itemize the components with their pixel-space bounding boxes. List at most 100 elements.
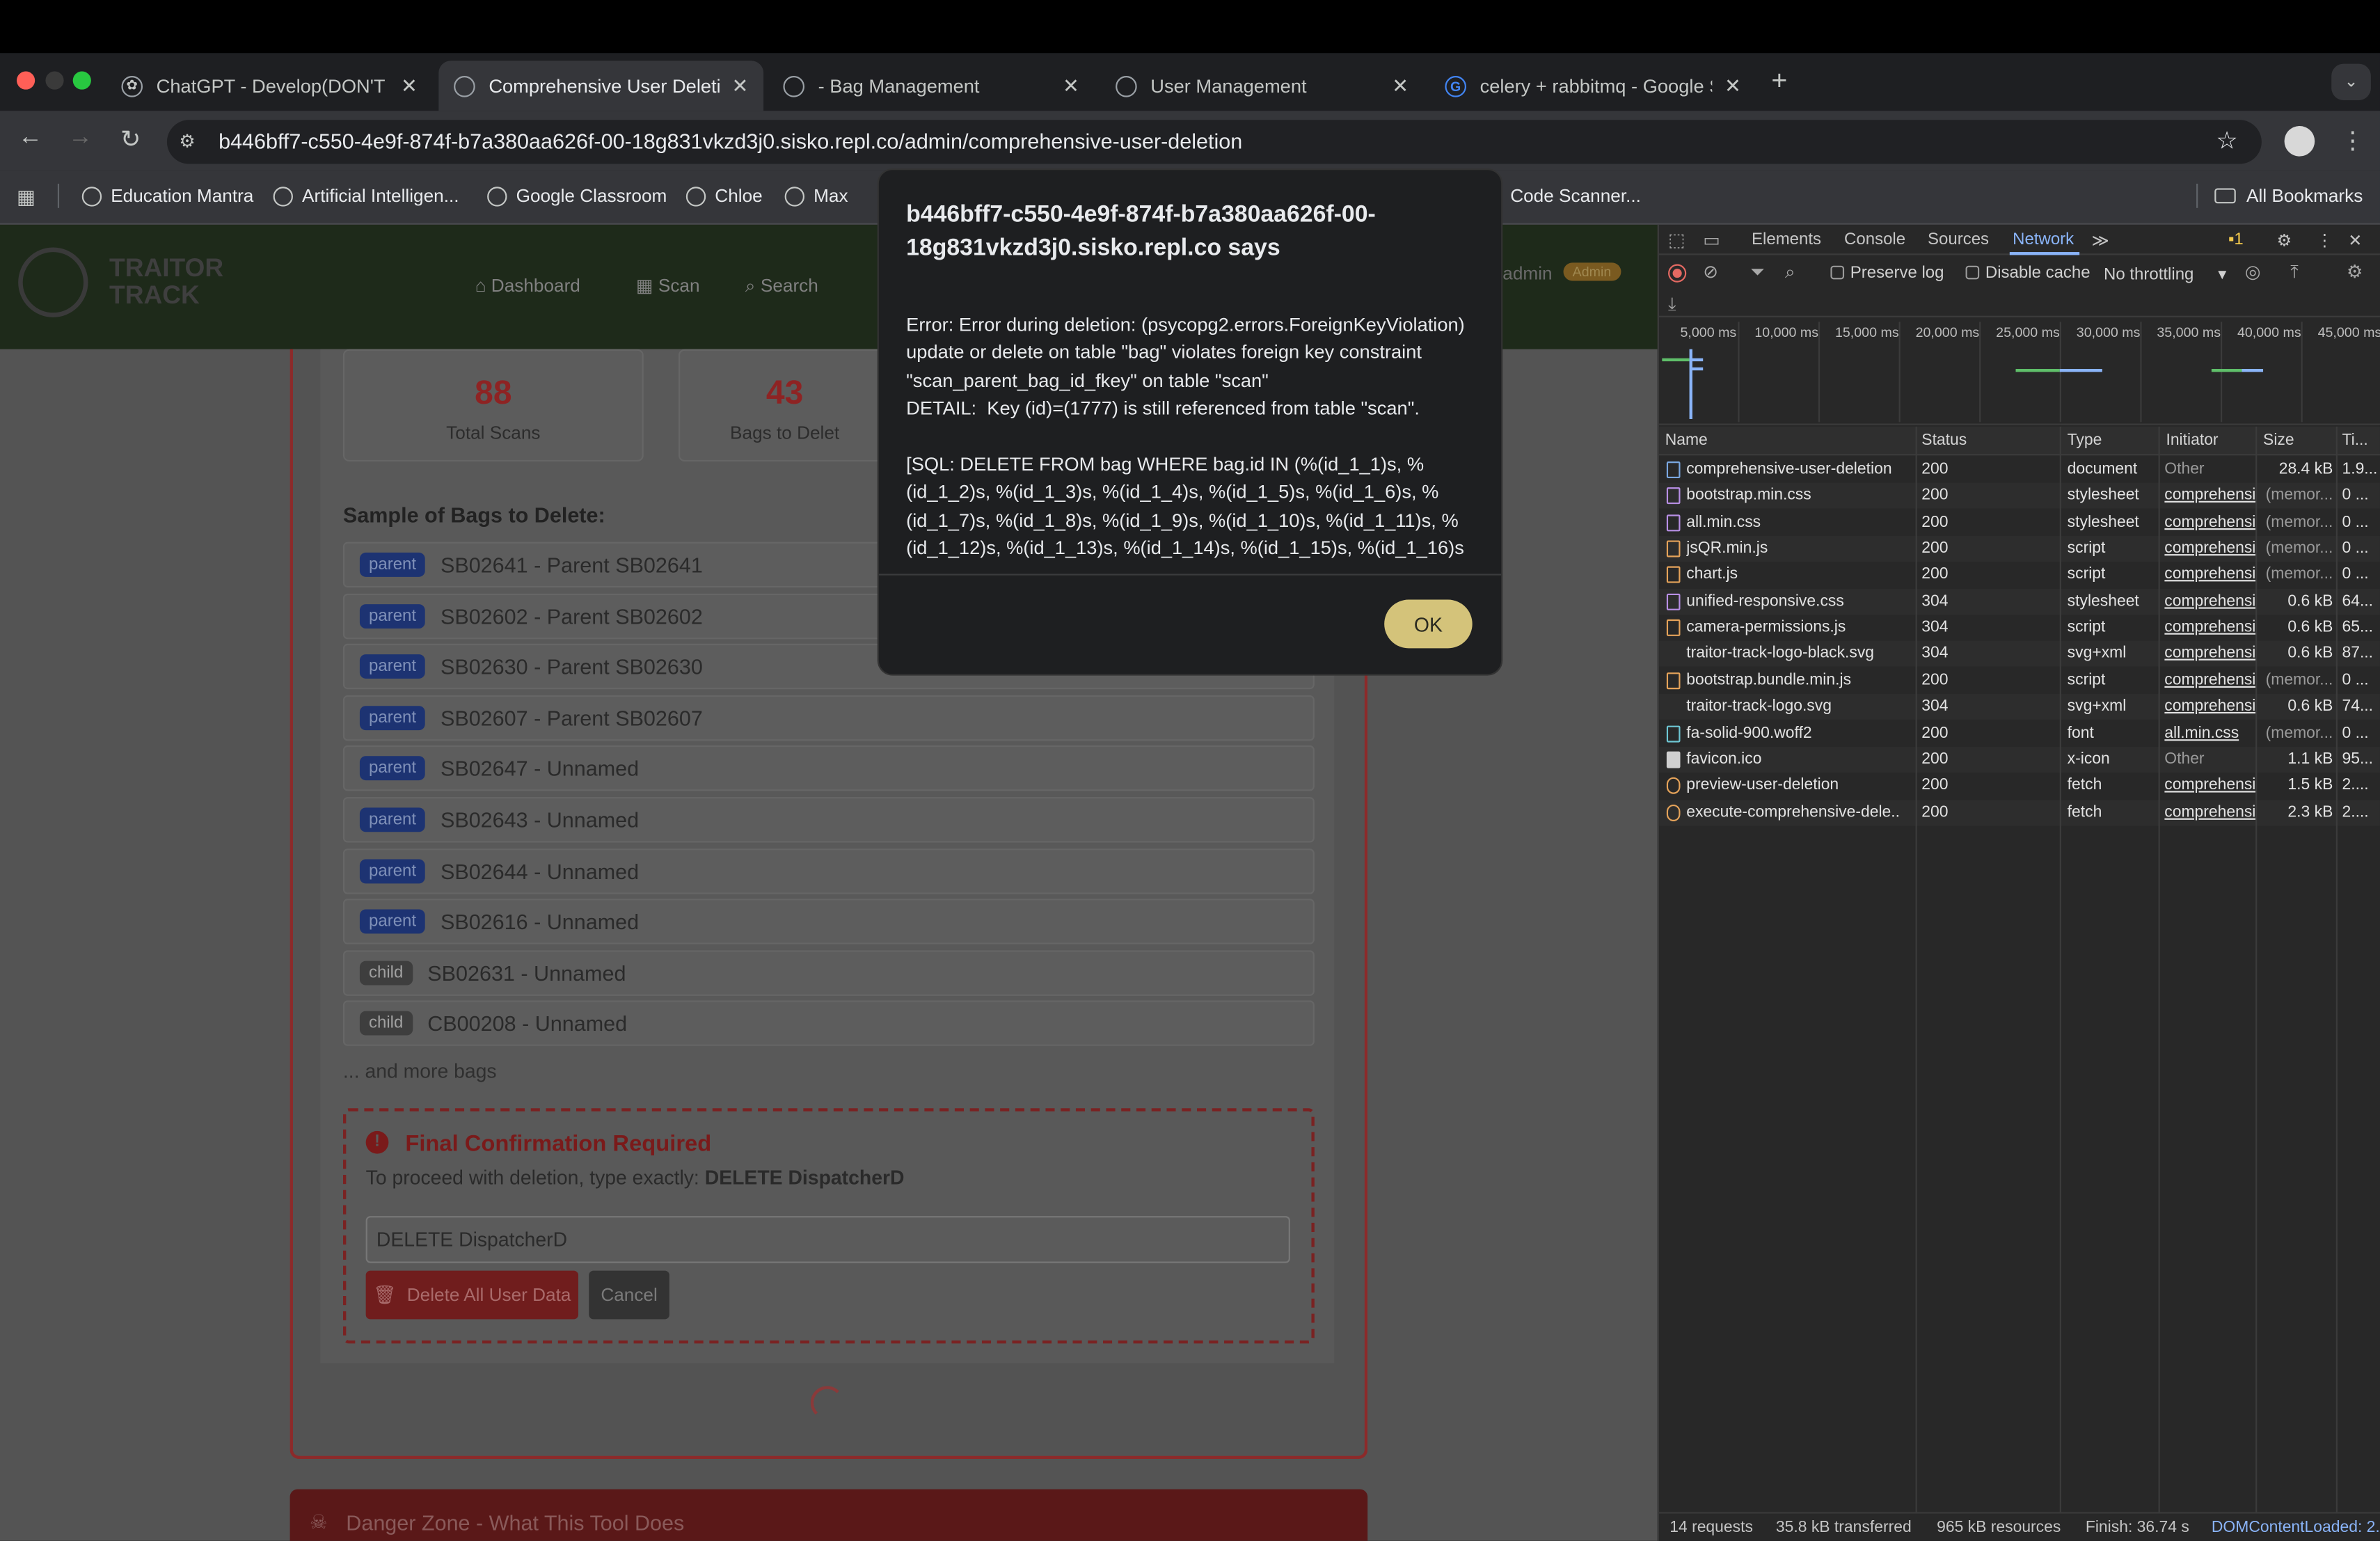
import-har-icon[interactable]: ⤒ — [2290, 261, 2299, 284]
network-conditions-icon[interactable]: ◎ — [2245, 261, 2261, 283]
more-tabs-icon[interactable]: ≫ — [2092, 231, 2109, 251]
request-row[interactable]: fa-solid-900.woff2 200 font all.min.css (mem… — [1659, 720, 2380, 746]
delete-all-user-data-button[interactable]: 🗑 Delete All User Data — [365, 1270, 579, 1320]
bookmark-star-icon[interactable]: ☆ — [2216, 126, 2237, 157]
disable-cache-checkbox[interactable]: Disable cache — [1965, 264, 2091, 283]
minimize-window-button[interactable] — [45, 71, 64, 90]
request-initiator[interactable]: comprehensi — [2164, 513, 2255, 531]
ok-button[interactable]: OK — [1384, 599, 1473, 649]
traitor-track-logo[interactable] — [18, 247, 88, 317]
close-window-button[interactable] — [16, 71, 35, 90]
close-tab-icon[interactable]: ✕ — [1724, 74, 1741, 98]
request-name: unified-responsive.css — [1686, 592, 1844, 610]
profile-avatar[interactable] — [2284, 126, 2315, 157]
column-initiator[interactable]: Initiator — [2166, 431, 2218, 449]
tab-comprehensive-user-deletion[interactable]: Comprehensive User Deletion ✕ — [438, 61, 764, 111]
tab-user-management[interactable]: User Management ✕ — [1100, 61, 1424, 111]
request-initiator[interactable]: comprehensi — [2164, 565, 2255, 583]
bookmark-item[interactable]: Max — [784, 185, 848, 207]
forward-icon[interactable]: → — [64, 125, 97, 152]
url-text[interactable]: b446bff7-c550-4e9f-874f-b7a380aa626f-00-… — [219, 129, 1242, 153]
tab-google-search[interactable]: G celery + rabbitmq - Google Se ✕ — [1430, 61, 1756, 111]
new-tab-button[interactable]: + — [1771, 65, 1787, 97]
request-initiator[interactable]: comprehensi — [2164, 697, 2255, 715]
request-initiator[interactable]: comprehensi — [2164, 618, 2255, 636]
zoom-window-button[interactable] — [72, 71, 91, 90]
filter-icon[interactable]: ⏷ — [1750, 261, 1765, 284]
nav-scan[interactable]: ▦ Scan — [636, 275, 700, 297]
tab-elements[interactable]: Elements — [1752, 231, 1821, 249]
request-row[interactable]: execute-comprehensive-dele... 200 fetch com… — [1658, 799, 2380, 825]
throttling-select[interactable]: No throttling ▾ — [2104, 264, 2226, 284]
column-size[interactable]: Size — [2263, 431, 2294, 449]
column-time[interactable]: Ti... — [2342, 431, 2367, 449]
request-initiator[interactable]: all.min.css — [2164, 723, 2255, 741]
request-row[interactable]: unified-responsive.css 304 stylesheet compr… — [1658, 588, 2380, 615]
user-name[interactable]: admin — [1502, 262, 1552, 284]
request-initiator[interactable]: comprehensi — [2164, 487, 2255, 505]
issues-badge[interactable]: ▪1 — [2228, 231, 2244, 249]
bookmark-item[interactable]: Education Mantra — [81, 185, 253, 207]
browser-menu-icon[interactable]: ⋮ — [2340, 126, 2365, 157]
nav-dashboard[interactable]: ⌂ Dashboard — [475, 275, 580, 297]
request-row[interactable]: traitor-track-logo-black.svg 304 svg+xml co… — [1658, 641, 2380, 667]
request-initiator[interactable]: comprehensi — [2164, 645, 2255, 663]
brand-name[interactable]: TRAITOR TRACK — [109, 254, 223, 310]
request-row[interactable]: preview-user-deletion 200 fetch comprehensi… — [1659, 773, 2380, 799]
bookmark-item[interactable]: Code Scanner... — [1510, 185, 1641, 207]
request-initiator[interactable]: comprehensi — [2164, 671, 2255, 689]
request-initiator[interactable]: Other — [2164, 460, 2255, 478]
tab-sources[interactable]: Sources — [1928, 231, 1989, 249]
request-row[interactable]: bootstrap.bundle.min.js 200 script comprehe… — [1659, 667, 2380, 693]
request-row[interactable]: chart.js 200 script comprehensi (memor... 0 .… — [1659, 562, 2380, 588]
column-name[interactable]: Name — [1665, 431, 1708, 449]
request-row[interactable]: all.min.css 200 stylesheet comprehensi (memo… — [1659, 509, 2380, 535]
close-devtools-icon[interactable]: ✕ — [2348, 231, 2362, 251]
bookmark-label: Max — [814, 185, 848, 207]
tab-network[interactable]: Network — [2013, 231, 2074, 249]
close-tab-icon[interactable]: ✕ — [1063, 74, 1079, 98]
clear-icon[interactable]: ⊘ — [1703, 261, 1718, 283]
close-tab-icon[interactable]: ✕ — [1392, 74, 1409, 98]
preserve-log-checkbox[interactable]: Preserve log — [1830, 264, 1944, 283]
device-toolbar-icon[interactable]: ▭ — [1703, 229, 1720, 251]
request-row[interactable]: bootstrap.min.css 200 stylesheet comprehens… — [1658, 483, 2380, 509]
tab-search-icon[interactable]: ⌄ — [2331, 63, 2371, 100]
request-initiator[interactable]: comprehensi — [2164, 592, 2255, 610]
close-tab-icon[interactable]: ✕ — [401, 74, 418, 98]
request-row[interactable]: traitor-track-logo.svg 304 svg+xml comprehe… — [1658, 694, 2380, 720]
devtools-menu-icon[interactable]: ⋮ — [2316, 231, 2333, 251]
request-initiator[interactable]: comprehensi — [2164, 539, 2255, 557]
search-icon[interactable]: ⌕ — [1785, 261, 1795, 284]
request-row[interactable]: favicon.ico 200 x-icon Other 1.1 kB 95... — [1658, 746, 2380, 773]
request-initiator[interactable]: Other — [2164, 750, 2255, 768]
cancel-button[interactable]: Cancel — [589, 1270, 669, 1320]
nav-search[interactable]: ⌕ Search — [745, 275, 818, 298]
settings-gear-icon[interactable]: ⚙ — [2277, 231, 2292, 251]
reload-icon[interactable]: ↻ — [114, 125, 148, 155]
site-info-icon[interactable]: ⚙ — [179, 131, 195, 152]
column-status[interactable]: Status — [1921, 431, 1967, 449]
close-tab-icon[interactable]: ✕ — [732, 74, 749, 98]
request-row[interactable]: comprehensive-user-deletion 200 document Ot… — [1659, 457, 2380, 483]
apps-grid-icon[interactable]: ▦ — [17, 185, 35, 210]
bookmark-item[interactable]: Artificial Intelligen... — [273, 185, 459, 207]
back-icon[interactable]: ← — [14, 125, 47, 152]
tab-console[interactable]: Console — [1844, 231, 1905, 249]
all-bookmarks-button[interactable]: All Bookmarks — [2214, 185, 2363, 207]
inspect-element-icon[interactable]: ⬚ — [1668, 229, 1685, 251]
network-settings-icon[interactable]: ⚙ — [2347, 261, 2363, 283]
bookmark-item[interactable]: Chloe — [685, 185, 763, 207]
column-type[interactable]: Type — [2068, 431, 2102, 449]
request-initiator[interactable]: comprehensi — [2164, 803, 2255, 821]
bookmark-item[interactable]: Google Classroom — [487, 185, 667, 207]
request-row[interactable]: camera-permissions.js 304 script comprehens… — [1659, 615, 2380, 641]
tab-chatgpt[interactable]: ✿ ChatGPT - Develop(DON'T TO ✕ — [106, 61, 433, 111]
column-divider — [1915, 426, 1917, 1520]
request-initiator[interactable]: comprehensi — [2164, 776, 2255, 794]
confirmation-input[interactable]: DELETE DispatcherD — [365, 1216, 1290, 1263]
record-icon[interactable] — [1668, 264, 1687, 283]
request-row[interactable]: jsQR.min.js 200 script comprehensi (memor...… — [1658, 536, 2380, 562]
tab-bag-management[interactable]: - Bag Management ✕ — [768, 61, 1095, 111]
export-har-icon[interactable]: ⤓ — [1668, 293, 1676, 316]
